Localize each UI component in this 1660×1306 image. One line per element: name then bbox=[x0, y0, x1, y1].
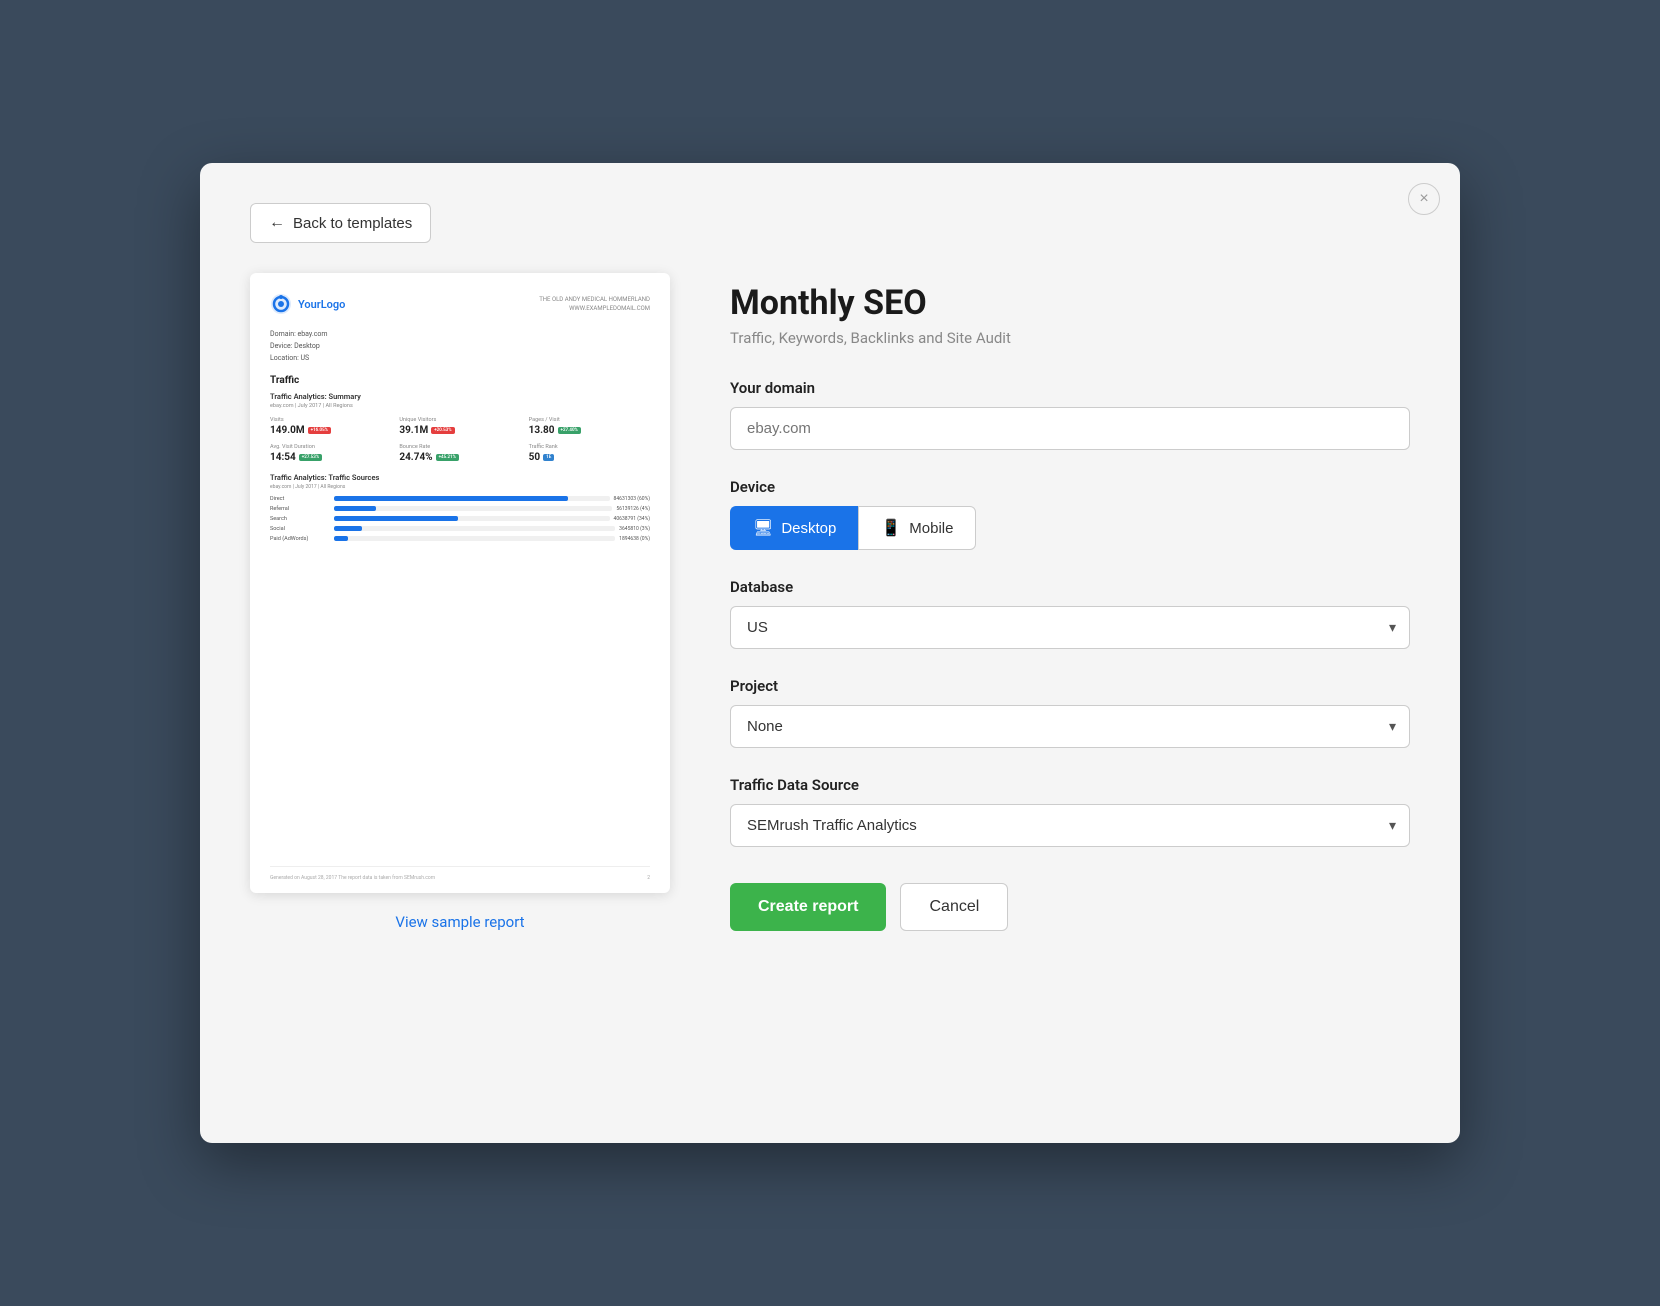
view-sample-link[interactable]: View sample report bbox=[250, 913, 670, 931]
source-paid: Paid (AdWords) 1894638 (0%) bbox=[270, 536, 650, 542]
preview-address: THE OLD ANDY MEDICAL HOMMERLAND WWW.EXAM… bbox=[539, 295, 650, 313]
report-subtitle: Traffic, Keywords, Backlinks and Site Au… bbox=[730, 329, 1410, 347]
stat-visits: Visits 149.0M +16.05% bbox=[270, 417, 391, 436]
stat-pages-visit: Pages / Visit 13.80 +27.40% bbox=[529, 417, 650, 436]
database-select[interactable]: US UK CA AU DE FR bbox=[730, 606, 1410, 649]
back-arrow-icon: ← bbox=[269, 214, 285, 232]
project-label: Project bbox=[730, 677, 1410, 695]
database-label: Database bbox=[730, 578, 1410, 596]
traffic-source-select-wrapper: SEMrush Traffic Analytics ▾ bbox=[730, 804, 1410, 847]
analytics-sub: ebay.com | July 2017 | All Regions bbox=[270, 403, 650, 409]
modal-container: × ← Back to templates YourLogo bbox=[200, 163, 1460, 1143]
traffic-sources: Traffic Analytics: Traffic Sources ebay.… bbox=[270, 473, 650, 542]
back-to-templates-button[interactable]: ← Back to templates bbox=[250, 203, 431, 243]
domain-input[interactable] bbox=[730, 407, 1410, 450]
logo-icon bbox=[270, 293, 292, 315]
mobile-icon: 📱 bbox=[881, 518, 901, 538]
device-toggle: 🖥 Desktop 📱 Mobile bbox=[730, 506, 1410, 550]
source-search: Search 40638791 (34%) bbox=[270, 516, 650, 522]
report-title: Monthly SEO bbox=[730, 283, 1410, 323]
content-area: YourLogo THE OLD ANDY MEDICAL HOMMERLAND… bbox=[250, 273, 1410, 931]
mobile-button[interactable]: 📱 Mobile bbox=[858, 506, 976, 550]
domain-label: Your domain bbox=[730, 379, 1410, 397]
device-field-group: Device 🖥 Desktop 📱 Mobile bbox=[730, 478, 1410, 550]
create-report-button[interactable]: Create report bbox=[730, 883, 886, 931]
preview-meta: Domain: ebay.com Device: Desktop Locatio… bbox=[270, 329, 650, 365]
stat-unique-visitors: Unique Visitors 39.1M +20.53% bbox=[399, 417, 520, 436]
desktop-icon: 🖥 bbox=[753, 518, 773, 538]
database-select-wrapper: US UK CA AU DE FR ▾ bbox=[730, 606, 1410, 649]
desktop-label: Desktop bbox=[781, 520, 836, 537]
traffic-source-select[interactable]: SEMrush Traffic Analytics bbox=[730, 804, 1410, 847]
form-actions: Create report Cancel bbox=[730, 883, 1410, 931]
cancel-button[interactable]: Cancel bbox=[900, 883, 1008, 931]
right-panel: Monthly SEO Traffic, Keywords, Backlinks… bbox=[730, 273, 1410, 931]
stat-bounce-rate: Bounce Rate 24.74% +45.21% bbox=[399, 444, 520, 463]
domain-field-group: Your domain bbox=[730, 379, 1410, 450]
device-label: Device bbox=[730, 478, 1410, 496]
project-field-group: Project None ▾ bbox=[730, 677, 1410, 748]
stat-traffic-rank: Traffic Rank 50 1E bbox=[529, 444, 650, 463]
stats-grid: Visits 149.0M +16.05% Unique Visitors 39… bbox=[270, 417, 650, 463]
database-field-group: Database US UK CA AU DE FR ▾ bbox=[730, 578, 1410, 649]
traffic-section-title: Traffic bbox=[270, 375, 650, 386]
traffic-source-label: Traffic Data Source bbox=[730, 776, 1410, 794]
analytics-title: Traffic Analytics: Summary bbox=[270, 392, 650, 401]
desktop-button[interactable]: 🖥 Desktop bbox=[730, 506, 858, 550]
preview-footer: Generated on August 28, 2017 The report … bbox=[270, 866, 650, 881]
preview-header: YourLogo THE OLD ANDY MEDICAL HOMMERLAND… bbox=[270, 293, 650, 315]
stat-visit-duration: Avg. Visit Duration 14:54 +27.53% bbox=[270, 444, 391, 463]
project-select[interactable]: None bbox=[730, 705, 1410, 748]
close-button[interactable]: × bbox=[1408, 183, 1440, 215]
logo-area: YourLogo bbox=[270, 293, 345, 315]
mobile-label: Mobile bbox=[909, 520, 953, 537]
source-social: Social 3645810 (3%) bbox=[270, 526, 650, 532]
logo-text: YourLogo bbox=[298, 298, 345, 311]
report-preview: YourLogo THE OLD ANDY MEDICAL HOMMERLAND… bbox=[250, 273, 670, 893]
source-referral: Referral 56139126 (4%) bbox=[270, 506, 650, 512]
traffic-source-field-group: Traffic Data Source SEMrush Traffic Anal… bbox=[730, 776, 1410, 847]
project-select-wrapper: None ▾ bbox=[730, 705, 1410, 748]
source-direct: Direct 84631303 (60%) bbox=[270, 496, 650, 502]
left-panel: YourLogo THE OLD ANDY MEDICAL HOMMERLAND… bbox=[250, 273, 670, 931]
